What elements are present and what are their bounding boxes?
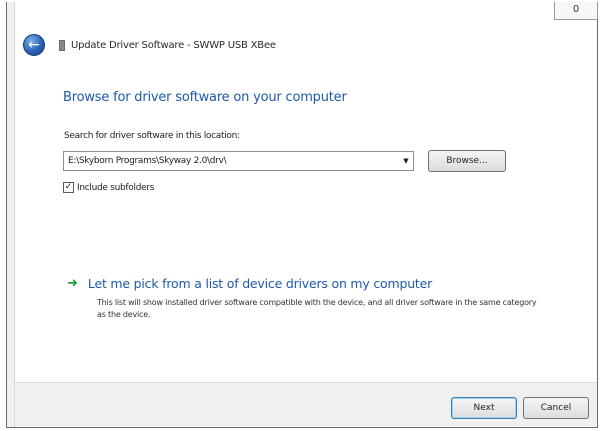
- update-driver-dialog: 0 ← Update Driver Software - SWWP USB XB…: [6, 2, 598, 428]
- pick-from-list-description: This list will show installed driver sof…: [97, 298, 537, 319]
- checkmark-icon: ✓: [64, 182, 73, 192]
- window-title: Update Driver Software - SWWP USB XBee: [71, 39, 276, 51]
- pick-from-list-title[interactable]: Let me pick from a list of device driver…: [88, 276, 432, 291]
- dialog-footer: Next Cancel: [15, 382, 597, 426]
- green-arrow-icon: ➜: [67, 276, 78, 291]
- page-heading: Browse for driver software on your compu…: [63, 90, 347, 105]
- driver-path-combobox[interactable]: E:\Skyborn Programs\Skyway 2.0\drv\ ▼: [63, 151, 414, 171]
- include-subfolders-option[interactable]: ✓ Include subfolders: [63, 182, 154, 193]
- back-arrow-icon: ←: [28, 37, 40, 53]
- browse-button[interactable]: Browse...: [428, 150, 506, 172]
- next-button[interactable]: Next: [451, 397, 517, 419]
- driver-icon: [59, 39, 65, 51]
- include-subfolders-checkbox[interactable]: ✓: [63, 182, 74, 193]
- chevron-down-icon[interactable]: ▼: [399, 157, 413, 165]
- driver-path-input[interactable]: E:\Skyborn Programs\Skyway 2.0\drv\: [64, 156, 399, 166]
- back-button[interactable]: ←: [23, 34, 45, 56]
- cancel-button[interactable]: Cancel: [523, 397, 589, 419]
- pick-from-list-link[interactable]: ➜ Let me pick from a list of device driv…: [67, 276, 432, 291]
- close-button[interactable]: 0: [554, 2, 598, 20]
- search-location-label: Search for driver software in this locat…: [64, 131, 240, 141]
- dialog-header: ← Update Driver Software - SWWP USB XBee: [23, 32, 563, 58]
- include-subfolders-label[interactable]: Include subfolders: [77, 183, 154, 193]
- window-left-border: [7, 2, 15, 427]
